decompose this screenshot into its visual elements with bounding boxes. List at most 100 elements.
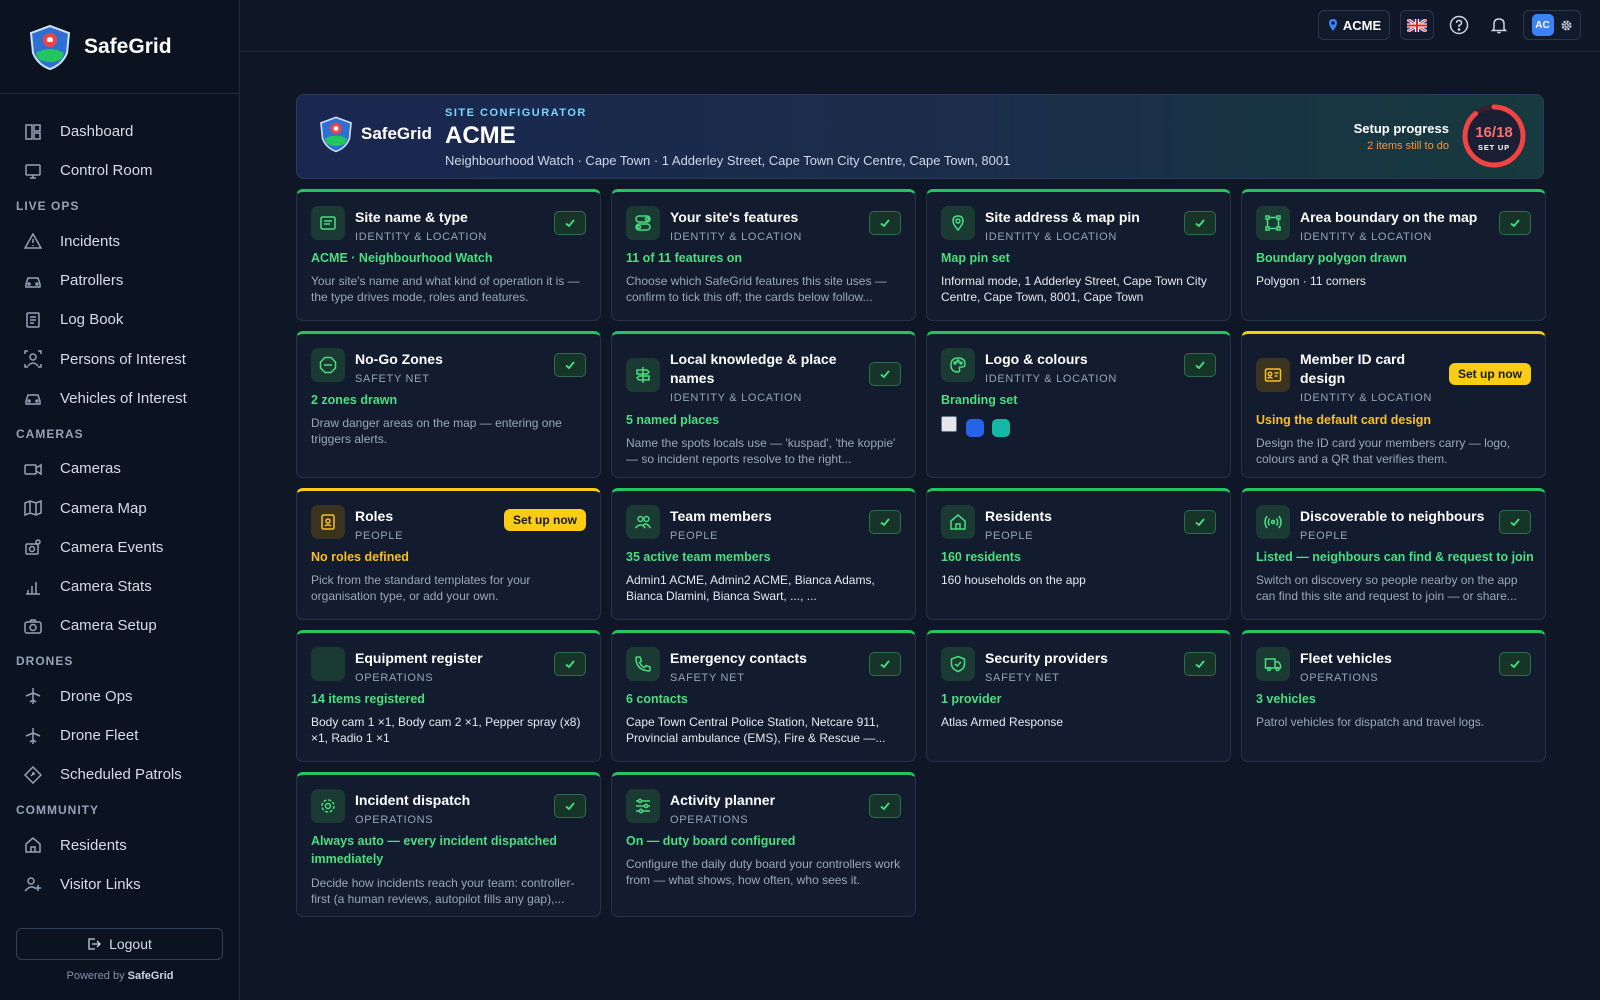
card-description: Draw danger areas on the map — entering … — [311, 416, 562, 446]
card-description: Name the spots locals use — 'kuspad', 't… — [626, 436, 896, 466]
card-description: Design the ID card your members carry — … — [1256, 436, 1511, 466]
toggles-icon — [626, 206, 660, 240]
header-kicker: SITE CONFIGURATOR — [445, 107, 587, 119]
sidebar-item-label: Camera Map — [60, 499, 147, 517]
card-status: 35 active team members — [626, 550, 771, 564]
sidebar-item-visitor-links[interactable]: Visitor Links — [0, 865, 239, 904]
card-title: Incident dispatch OPERATIONS — [355, 791, 535, 830]
card-fleet-vehicles[interactable]: Fleet vehicles OPERATIONS 3 vehicles Patr… — [1241, 630, 1546, 762]
card-roles[interactable]: Roles PEOPLE Set up now No roles defined … — [296, 488, 601, 620]
truck-icon — [1256, 647, 1290, 681]
sidebar-item-camera-stats[interactable]: Camera Stats — [0, 567, 239, 606]
check-icon — [554, 652, 586, 676]
card-status: Boundary polygon drawn — [1256, 251, 1407, 265]
card-emergency-contacts[interactable]: Emergency contacts SAFETY NET 6 contacts … — [611, 630, 916, 762]
card-status: 6 contacts — [626, 692, 688, 706]
card-category: IDENTITY & LOCATION — [355, 231, 488, 243]
card-category: OPERATIONS — [1300, 672, 1379, 684]
safegrid-logo-icon — [29, 24, 71, 70]
check-icon — [554, 794, 586, 818]
sidebar-item-residents[interactable]: Residents — [0, 825, 239, 864]
card-team-members[interactable]: Team members PEOPLE 35 active team member… — [611, 488, 916, 620]
help-button[interactable] — [1442, 10, 1476, 40]
sidebar-item-dashboard[interactable]: Dashboard — [0, 112, 239, 151]
card-title: Site name & type IDENTITY & LOCATION — [355, 208, 535, 247]
card-title: Site address & map pin IDENTITY & LOCATIO… — [985, 208, 1165, 247]
card-boundary[interactable]: Area boundary on the map IDENTITY & LOCAT… — [1241, 189, 1546, 321]
sidebar-item-control-room[interactable]: Control Room — [0, 151, 239, 190]
card-activity-planner[interactable]: Activity planner OPERATIONS On — duty boa… — [611, 772, 916, 917]
site-switcher[interactable]: ACME — [1318, 10, 1390, 40]
id-badge-icon — [1256, 358, 1290, 392]
card-status: 1 provider — [941, 692, 1002, 706]
card-description: Your site's name and what kind of operat… — [311, 274, 580, 304]
card-title: Residents PEOPLE — [985, 507, 1165, 546]
card-title: Your site's features IDENTITY & LOCATION — [670, 208, 850, 247]
card-site-name[interactable]: Site name & type IDENTITY & LOCATION ACME… — [296, 189, 601, 321]
badge-icon — [311, 505, 345, 539]
card-status: 11 of 11 features on — [626, 251, 743, 265]
card-logo-colours[interactable]: Logo & colours IDENTITY & LOCATION Brandi… — [926, 331, 1231, 478]
user-plus-icon — [24, 875, 42, 893]
sidebar-item-camera-setup[interactable]: Camera Setup — [0, 606, 239, 645]
check-icon — [554, 211, 586, 235]
card-category: OPERATIONS — [355, 814, 434, 826]
house-icon — [941, 505, 975, 539]
set-up-now-button[interactable]: Set up now — [1449, 363, 1531, 385]
set-up-now-button[interactable]: Set up now — [504, 509, 586, 531]
card-security-providers[interactable]: Security providers SAFETY NET 1 provider … — [926, 630, 1231, 762]
check-icon — [1184, 652, 1216, 676]
sidebar-item-persons-of-interest[interactable]: Persons of Interest — [0, 339, 239, 378]
header-logo: SafeGrid — [317, 115, 432, 153]
sidebar-item-cameras[interactable]: Cameras — [0, 449, 239, 488]
card-category: SAFETY NET — [985, 672, 1060, 684]
notifications-button[interactable] — [1482, 10, 1516, 40]
palette-icon — [941, 348, 975, 382]
sidebar-item-label: Incidents — [60, 232, 121, 250]
gear-icon — [1560, 19, 1572, 31]
card-equipment[interactable]: Equipment register OPERATIONS 14 items re… — [296, 630, 601, 762]
sidebar-item-drone-ops[interactable]: Drone Ops — [0, 677, 239, 716]
map-pin-icon — [941, 206, 975, 240]
card-description: Pick from the standard templates for you… — [311, 573, 531, 603]
card-description: 160 households on the app — [941, 573, 1086, 587]
sidebar-item-label: Vehicles of Interest — [60, 389, 187, 407]
card-member-id[interactable]: Member ID card design IDENTITY & LOCATION… — [1241, 331, 1546, 478]
sidebar-item-drone-fleet[interactable]: Drone Fleet — [0, 716, 239, 755]
card-category: PEOPLE — [1300, 530, 1349, 542]
check-icon — [1184, 510, 1216, 534]
card-features[interactable]: Your site's features IDENTITY & LOCATION … — [611, 189, 916, 321]
card-description: Configure the daily duty board your cont… — [626, 857, 901, 887]
car-icon — [24, 272, 42, 290]
sidebar-item-label: Drone Ops — [60, 687, 133, 705]
card-description: Decide how incidents reach your team: co… — [311, 876, 575, 906]
card-title: Member ID card design IDENTITY & LOCATION — [1300, 350, 1450, 408]
sidebar-item-scheduled-patrols[interactable]: Scheduled Patrols — [0, 755, 239, 794]
card-local-knowledge[interactable]: Local knowledge & place names IDENTITY & … — [611, 331, 916, 478]
sidebar-item-camera-events[interactable]: Camera Events — [0, 528, 239, 567]
map-icon — [24, 499, 42, 517]
logout-button[interactable]: Logout — [16, 928, 223, 960]
card-discoverable[interactable]: Discoverable to neighbours PEOPLE Listed … — [1241, 488, 1546, 620]
sidebar-item-vehicles-of-interest[interactable]: Vehicles of Interest — [0, 379, 239, 418]
user-menu[interactable]: AC — [1523, 10, 1581, 40]
bell-icon — [1490, 18, 1508, 34]
card-address[interactable]: Site address & map pin IDENTITY & LOCATIO… — [926, 189, 1231, 321]
card-incident-dispatch[interactable]: Incident dispatch OPERATIONS Always auto … — [296, 772, 601, 917]
card-category: PEOPLE — [985, 530, 1034, 542]
brand[interactable]: SafeGrid — [0, 0, 239, 94]
sidebar-item-incidents[interactable]: Incidents — [0, 222, 239, 261]
id-card-icon — [311, 206, 345, 240]
card-title: Area boundary on the map IDENTITY & LOCAT… — [1300, 208, 1490, 247]
sidebar-item-patrollers[interactable]: Patrollers — [0, 261, 239, 300]
sliders-icon — [626, 789, 660, 823]
language-button[interactable] — [1400, 10, 1434, 40]
sidebar-item-camera-map[interactable]: Camera Map — [0, 488, 239, 527]
card-no-go-zones[interactable]: No-Go Zones SAFETY NET 2 zones drawn Draw… — [296, 331, 601, 478]
sidebar-item-log-book[interactable]: Log Book — [0, 300, 239, 339]
card-description: Body cam 1 ×1, Body cam 2 ×1, Pepper spr… — [311, 715, 581, 745]
card-description: Patrol vehicles for dispatch and travel … — [1256, 715, 1485, 729]
card-category: OPERATIONS — [355, 672, 434, 684]
card-residents[interactable]: Residents PEOPLE 160 residents 160 househ… — [926, 488, 1231, 620]
card-status: No roles defined — [311, 550, 409, 564]
